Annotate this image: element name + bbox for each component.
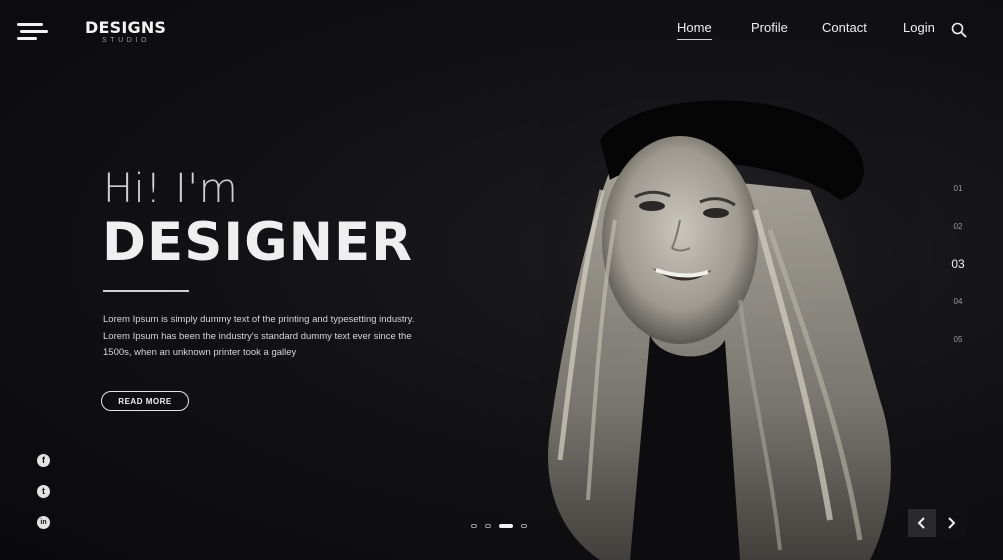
- logo-main-text: DESIGNS: [85, 18, 167, 37]
- nav-item-home[interactable]: Home: [677, 20, 712, 40]
- carousel-dot[interactable]: [485, 524, 491, 528]
- read-more-button[interactable]: READ MORE: [101, 391, 189, 411]
- prev-slide-button[interactable]: [908, 509, 936, 537]
- chevron-left-icon: [917, 517, 925, 529]
- slide-number-05[interactable]: 05: [946, 335, 970, 344]
- hero-title: DESIGNER: [102, 212, 413, 273]
- slide-number-02[interactable]: 02: [946, 222, 970, 231]
- logo[interactable]: DESIGNS STUDIO: [85, 19, 166, 45]
- slide-number-01[interactable]: 01: [946, 184, 970, 193]
- nav-item-contact[interactable]: Contact: [822, 20, 867, 35]
- twitter-icon[interactable]: t: [37, 485, 50, 498]
- search-icon[interactable]: [951, 22, 967, 38]
- portrait-image: [540, 100, 920, 560]
- carousel-dot[interactable]: [521, 524, 527, 528]
- hero-description: Lorem Ipsum is simply dummy text of the …: [103, 314, 415, 358]
- nav-item-profile[interactable]: Profile: [751, 20, 788, 35]
- slide-number-04[interactable]: 04: [946, 297, 970, 306]
- logo-sub-text: STUDIO: [102, 37, 151, 44]
- carousel-dot-active[interactable]: [499, 524, 513, 528]
- menu-icon[interactable]: [17, 21, 48, 43]
- landing-page: DESIGNS STUDIO Home Profile Contact Logi…: [0, 0, 1003, 560]
- carousel-dots: [471, 524, 535, 528]
- linkedin-icon[interactable]: in: [37, 516, 50, 529]
- carousel-dot[interactable]: [471, 524, 477, 528]
- chevron-right-icon: [948, 517, 956, 529]
- facebook-icon[interactable]: f: [37, 454, 50, 467]
- hero-divider: [103, 290, 189, 292]
- slide-number-03[interactable]: 03: [946, 257, 970, 271]
- hero-greeting: Hi! I'm: [103, 166, 239, 212]
- nav-item-login[interactable]: Login: [903, 20, 935, 35]
- next-slide-button[interactable]: [937, 509, 965, 537]
